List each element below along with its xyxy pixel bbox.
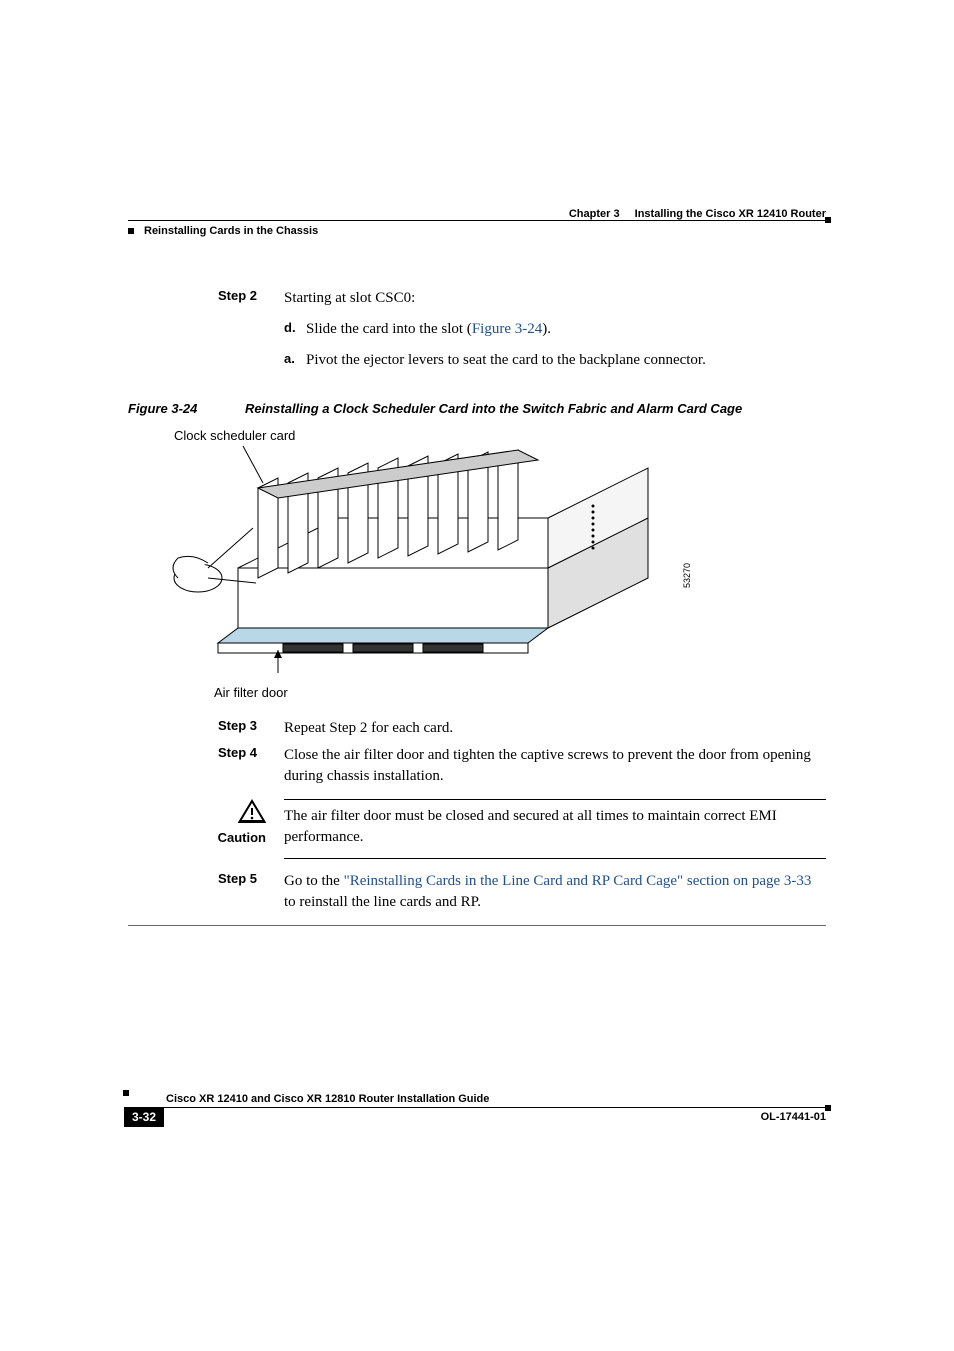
procedure-end-rule [128, 925, 826, 926]
figure-caption: Figure 3-24 Reinstalling a Clock Schedul… [128, 401, 826, 416]
section-title: Reinstalling Cards in the Chassis [144, 225, 318, 237]
caution-left: Caution [128, 799, 284, 848]
footer-line: 3-32 OL-17441-01 [128, 1107, 826, 1123]
sub-label: a. [284, 350, 306, 371]
step-body: Close the air filter door and tighten th… [284, 745, 826, 787]
step-4: Step 4 Close the air filter door and tig… [128, 745, 826, 787]
step-body: Go to the "Reinstalling Cards in the Lin… [284, 871, 826, 913]
caution-end-rule [284, 858, 826, 859]
text: Slide the card into the slot ( [306, 321, 472, 337]
chapter-number: Chapter 3 [569, 208, 620, 220]
running-footer: Cisco XR 12410 and Cisco XR 12810 Router… [128, 1107, 826, 1123]
step-label: Step 3 [128, 718, 284, 739]
section-link[interactable]: "Reinstalling Cards in the Line Card and… [344, 873, 812, 889]
caution-block: Caution The air filter door must be clos… [128, 799, 826, 848]
text: to reinstall the line cards and RP. [284, 894, 481, 910]
step-label: Step 5 [128, 871, 284, 913]
callout-clock-scheduler: Clock scheduler card [174, 428, 295, 443]
step-2: Step 2 Starting at slot CSC0: d. Slide t… [128, 288, 826, 371]
step-2-d: d. Slide the card into the slot (Figure … [284, 319, 826, 340]
content-block: Step 2 Starting at slot CSC0: d. Slide t… [128, 288, 826, 926]
callout-air-filter-door: Air filter door [214, 685, 288, 700]
page-number: 3-32 [124, 1107, 164, 1127]
sub-label: d. [284, 319, 306, 340]
step-body: Repeat Step 2 for each card. [284, 718, 826, 739]
document-id: OL-17441-01 [761, 1111, 826, 1123]
header-tick-icon [128, 228, 134, 234]
footer-tick-icon [123, 1090, 129, 1096]
figure-3-24: Clock scheduler card [128, 428, 826, 700]
figure-id: 53270 [682, 563, 692, 588]
sub-body: Pivot the ejector levers to seat the car… [306, 350, 826, 371]
step-label: Step 2 [128, 288, 284, 371]
section-line: Reinstalling Cards in the Chassis [128, 225, 826, 237]
chapter-line: Chapter 3 Installing the Cisco XR 12410 … [128, 208, 826, 221]
step-2-text: Starting at slot CSC0: [284, 290, 415, 306]
figure-link[interactable]: Figure 3-24 [472, 321, 542, 337]
step-body: Starting at slot CSC0: d. Slide the card… [284, 288, 826, 371]
text: Go to the [284, 873, 344, 889]
step-3: Step 3 Repeat Step 2 for each card. [128, 718, 826, 739]
step-5: Step 5 Go to the "Reinstalling Cards in … [128, 871, 826, 913]
chapter-title: Installing the Cisco XR 12410 Router [635, 208, 826, 220]
page: Chapter 3 Installing the Cisco XR 12410 … [0, 0, 954, 1351]
figure-number: Figure 3-24 [128, 401, 241, 416]
step-2-a: a. Pivot the ejector levers to seat the … [284, 350, 826, 371]
chassis-illustration: 53270 [148, 428, 708, 686]
caution-icon [238, 799, 266, 828]
text: ). [542, 321, 551, 337]
step-label: Step 4 [128, 745, 284, 787]
caution-label: Caution [128, 830, 266, 845]
figure-title: Reinstalling a Clock Scheduler Card into… [245, 401, 742, 416]
footer-guide-title: Cisco XR 12410 and Cisco XR 12810 Router… [166, 1093, 489, 1105]
running-header: Chapter 3 Installing the Cisco XR 12410 … [128, 208, 826, 237]
caution-text: The air filter door must be closed and s… [284, 799, 826, 848]
sub-body: Slide the card into the slot (Figure 3-2… [306, 319, 826, 340]
